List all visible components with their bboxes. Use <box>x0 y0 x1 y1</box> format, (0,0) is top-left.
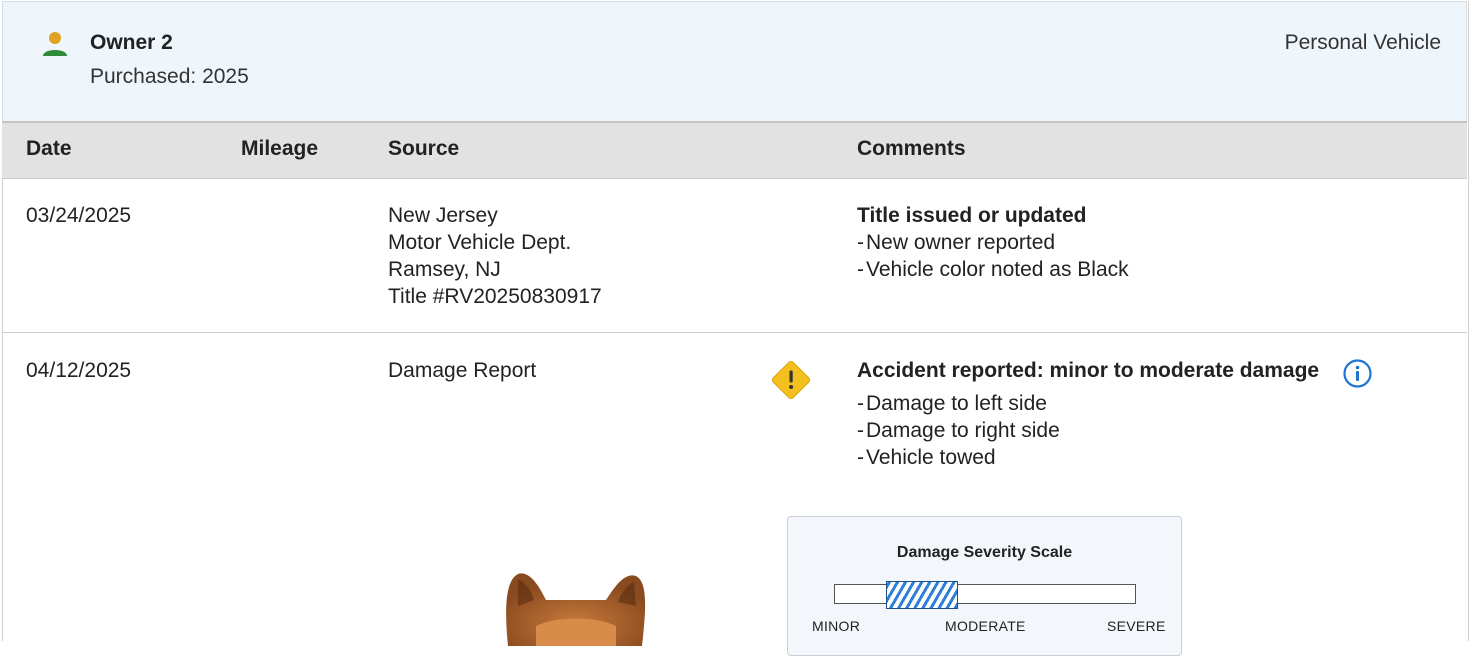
damage-severity-scale: Damage Severity Scale MINOR MODERATE SEV… <box>787 516 1182 656</box>
severity-track <box>834 581 1136 609</box>
row-1-comments: Title issued or updated New owner report… <box>857 202 1129 283</box>
owner-name: Owner 2 <box>90 31 173 54</box>
damage-photo <box>506 573 646 646</box>
severity-title: Damage Severity Scale <box>896 544 1073 561</box>
severity-range-fill <box>886 581 958 609</box>
row-2-comment-item: Damage to left side <box>857 390 1319 417</box>
row-1-comment-item: New owner reported <box>857 229 1129 256</box>
info-icon[interactable] <box>1342 358 1373 389</box>
row-1-source: New Jersey Motor Vehicle Dept. Ramsey, N… <box>388 202 602 310</box>
history-table-header: Date Mileage Source Comments <box>2 121 1467 179</box>
row-2-source-line: Damage Report <box>388 359 537 382</box>
warning-icon <box>771 360 811 400</box>
row-divider <box>2 332 1467 333</box>
row-2-comment-item: Damage to right side <box>857 417 1319 444</box>
row-1-source-line: New Jersey <box>388 204 498 227</box>
row-1-comment-item: Vehicle color noted as Black <box>857 256 1129 283</box>
person-icon <box>43 32 67 56</box>
owner-header: Owner 2 Purchased: 2025 Personal Vehicle <box>2 1 1467 121</box>
row-2-comment-title: Accident reported: minor to moderate dam… <box>857 359 1320 382</box>
row-2-comment-item: Vehicle towed <box>857 444 1319 471</box>
column-header-date: Date <box>26 137 72 160</box>
row-1-source-line: Motor Vehicle Dept. <box>388 231 572 254</box>
severity-label-moderate: MODERATE <box>945 618 1026 634</box>
row-2-date: 04/12/2025 <box>26 359 132 382</box>
vehicle-type: Personal Vehicle <box>1284 31 1441 54</box>
column-header-source: Source <box>388 137 460 160</box>
severity-label-minor: MINOR <box>812 618 861 634</box>
column-header-comments: Comments <box>857 137 966 160</box>
row-2-comments: Accident reported: minor to moderate dam… <box>857 357 1319 471</box>
row-1-date: 03/24/2025 <box>26 204 132 227</box>
row-2-source: Damage Report <box>388 357 536 384</box>
column-header-mileage: Mileage <box>241 137 319 160</box>
row-1-comment-title: Title issued or updated <box>857 204 1087 227</box>
severity-label-severe: SEVERE <box>1107 618 1166 634</box>
row-1-source-line: Title #RV20250830917 <box>388 285 602 308</box>
row-1-source-line: Ramsey, NJ <box>388 258 501 281</box>
owner-purchased-year: Purchased: 2025 <box>90 65 249 88</box>
